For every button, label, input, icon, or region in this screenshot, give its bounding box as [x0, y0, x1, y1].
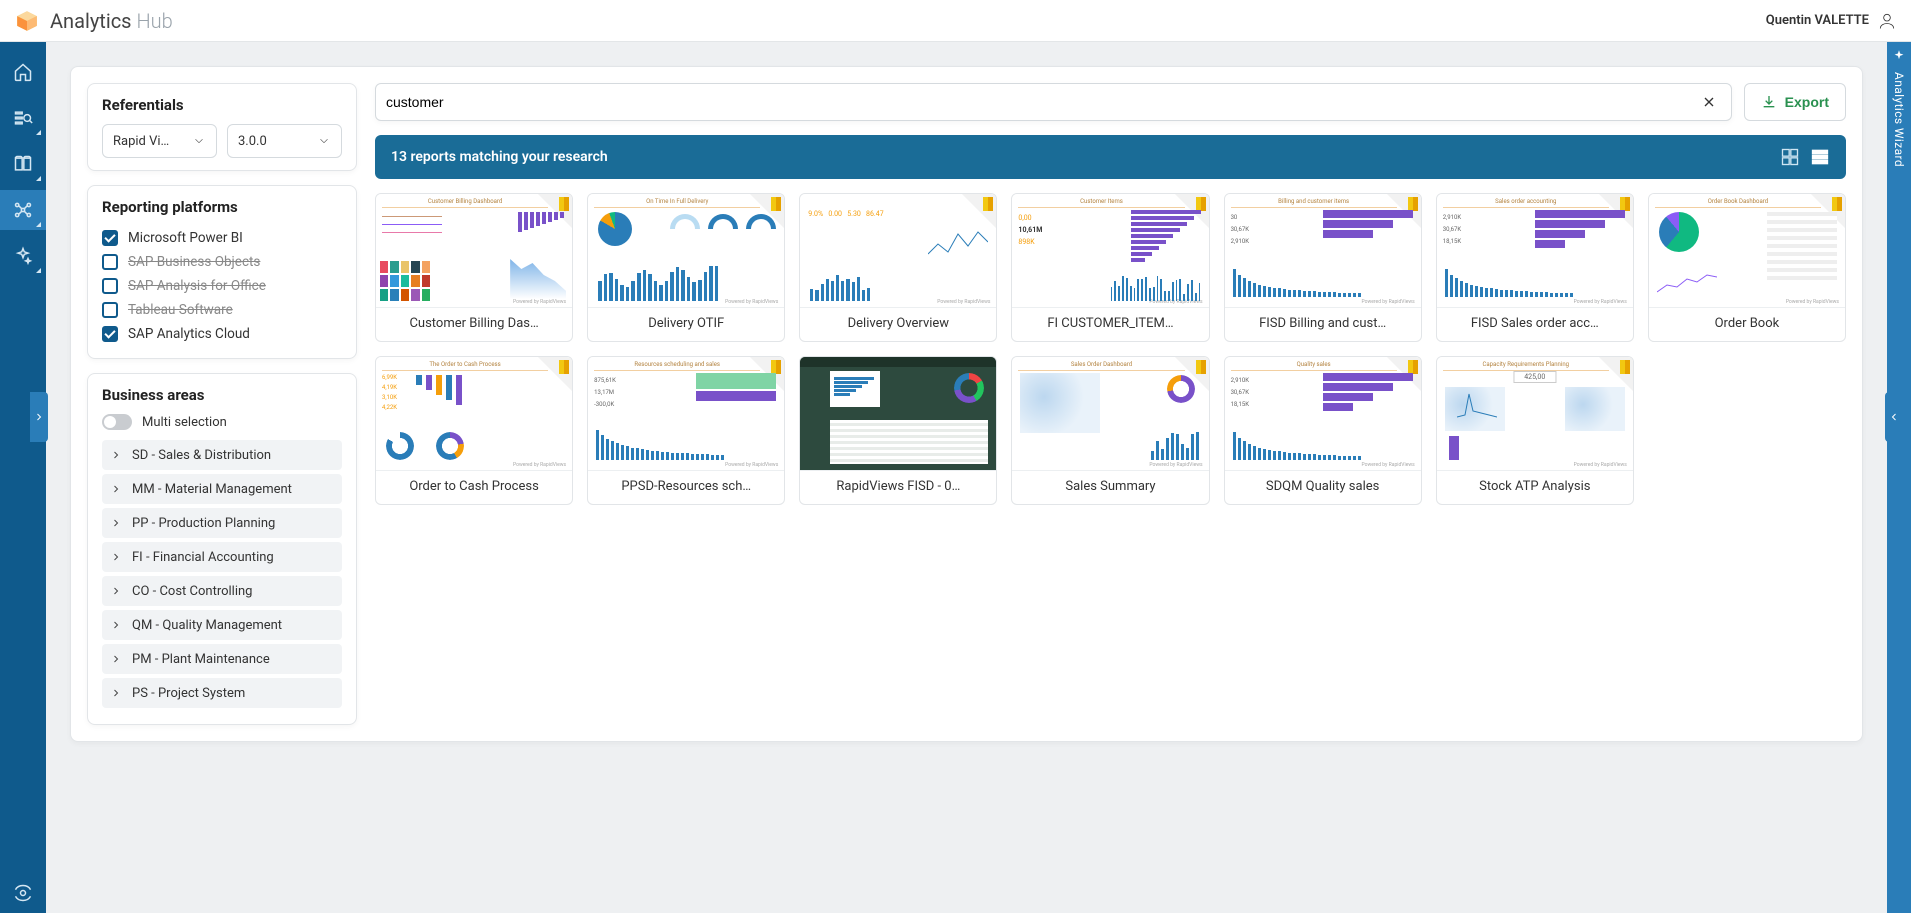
- user-menu[interactable]: Quentin VALETTE: [1766, 11, 1897, 31]
- chevron-right-icon: [110, 687, 122, 699]
- report-title: Customer Billing Das…: [376, 308, 572, 341]
- export-button[interactable]: Export: [1744, 83, 1846, 121]
- referential-version-select[interactable]: 3.0.0: [227, 124, 342, 158]
- app-title: Analytics Hub: [50, 9, 173, 33]
- report-title: FI CUSTOMER_ITEM…: [1012, 308, 1208, 341]
- business-area-item[interactable]: SD - Sales & Distribution: [102, 440, 342, 470]
- checkbox-icon: [102, 230, 118, 246]
- left-nav-rail: [0, 42, 46, 913]
- report-tile[interactable]: Quality salesPowered by RapidViews2,910K…: [1224, 356, 1422, 505]
- platforms-title: Reporting platforms: [102, 198, 342, 216]
- referentials-title: Referentials: [102, 96, 342, 114]
- checkbox-icon: [102, 278, 118, 294]
- right-panel-expand-handle[interactable]: [1885, 392, 1903, 442]
- filter-sidebar: Referentials Rapid Vi… 3.0.0 Reporting: [87, 83, 357, 725]
- report-grid: Customer Billing DashboardPowered by Rap…: [375, 193, 1846, 505]
- report-tile[interactable]: Resources scheduling and salesPowered by…: [587, 356, 785, 505]
- report-tile[interactable]: Powered by RapidViews9.0% 0.00 5.30 86.4…: [799, 193, 997, 342]
- report-tile[interactable]: Customer Billing DashboardPowered by Rap…: [375, 193, 573, 342]
- platforms-section: Reporting platforms Microsoft Power BISA…: [87, 185, 357, 359]
- clear-search-button[interactable]: [1697, 90, 1721, 114]
- results-count-text: 13 reports matching your research: [391, 149, 608, 165]
- checkbox-icon: [102, 326, 118, 342]
- nav-explore[interactable]: [0, 98, 46, 138]
- report-title: Sales Summary: [1012, 471, 1208, 504]
- report-title: Delivery OTIF: [588, 308, 784, 341]
- main-results-area: Export 13 reports matching your research…: [375, 83, 1846, 725]
- user-name: Quentin VALETTE: [1766, 13, 1869, 28]
- report-title: Order to Cash Process: [376, 471, 572, 504]
- report-tile[interactable]: Sales Order DashboardPowered by RapidVie…: [1011, 356, 1209, 505]
- chevron-right-icon: [110, 517, 122, 529]
- search-input[interactable]: [386, 94, 1697, 110]
- platform-checkbox-sap-analysis-for-office: SAP Analysis for Office: [102, 274, 342, 298]
- download-icon: [1761, 94, 1777, 110]
- report-title: Stock ATP Analysis: [1437, 471, 1633, 504]
- business-area-item[interactable]: FI - Financial Accounting: [102, 542, 342, 572]
- chevron-right-icon: [110, 619, 122, 631]
- business-area-item[interactable]: PS - Project System: [102, 678, 342, 708]
- business-areas-title: Business areas: [102, 386, 342, 404]
- nav-model[interactable]: [0, 190, 46, 230]
- report-title: Delivery Overview: [800, 308, 996, 341]
- report-tile[interactable]: Order Book DashboardPowered by RapidView…: [1648, 193, 1846, 342]
- grid-view-button[interactable]: [1780, 147, 1800, 167]
- list-view-button[interactable]: [1810, 147, 1830, 167]
- checkbox-icon: [102, 302, 118, 318]
- chevron-right-icon: [110, 551, 122, 563]
- report-tile[interactable]: Customer ItemsPowered by RapidViews0,001…: [1011, 193, 1209, 342]
- chevron-right-icon: [110, 653, 122, 665]
- chevron-down-icon: [192, 134, 206, 148]
- top-bar: Analytics Hub Quentin VALETTE: [0, 0, 1911, 42]
- chevron-right-icon: [110, 449, 122, 461]
- close-icon: [1701, 94, 1717, 110]
- report-tile[interactable]: Capacity Requirements PlanningPowered by…: [1436, 356, 1634, 505]
- report-tile[interactable]: On Time In Full DeliveryPowered by Rapid…: [587, 193, 785, 342]
- business-area-item[interactable]: CO - Cost Controlling: [102, 576, 342, 606]
- nav-ai[interactable]: [0, 236, 46, 276]
- referentials-section: Referentials Rapid Vi… 3.0.0: [87, 83, 357, 171]
- nav-home[interactable]: [0, 52, 46, 92]
- right-wizard-rail[interactable]: Analytics Wizard: [1887, 42, 1911, 913]
- report-tile[interactable]: RapidViews FISD - 0…: [799, 356, 997, 505]
- report-title: FISD Billing and cust…: [1225, 308, 1421, 341]
- checkbox-icon: [102, 254, 118, 270]
- business-area-item[interactable]: MM - Material Management: [102, 474, 342, 504]
- business-area-item[interactable]: PP - Production Planning: [102, 508, 342, 538]
- results-header-bar: 13 reports matching your research: [375, 135, 1846, 179]
- report-tile[interactable]: Sales order accountingPowered by RapidVi…: [1436, 193, 1634, 342]
- sparkle-icon: [1892, 50, 1906, 64]
- business-areas-section: Business areas Multi selection SD - Sale…: [87, 373, 357, 725]
- report-title: RapidViews FISD - 0…: [800, 471, 996, 504]
- chevron-down-icon: [317, 134, 331, 148]
- nav-help[interactable]: [0, 873, 46, 913]
- platform-checkbox-microsoft-power-bi[interactable]: Microsoft Power BI: [102, 226, 342, 250]
- report-title: FISD Sales order acc…: [1437, 308, 1633, 341]
- multi-selection-toggle[interactable]: Multi selection: [102, 414, 342, 430]
- report-title: SDQM Quality sales: [1225, 471, 1421, 504]
- platform-checkbox-sap-analytics-cloud[interactable]: SAP Analytics Cloud: [102, 322, 342, 346]
- chevron-right-icon: [110, 585, 122, 597]
- app-logo-icon: [14, 8, 40, 34]
- wizard-label: Analytics Wizard: [1892, 72, 1906, 167]
- business-area-item[interactable]: PM - Plant Maintenance: [102, 644, 342, 674]
- report-tile[interactable]: The Order to Cash ProcessPowered by Rapi…: [375, 356, 573, 505]
- referential-product-select[interactable]: Rapid Vi…: [102, 124, 217, 158]
- user-icon: [1877, 11, 1897, 31]
- report-title: PPSD-Resources sch…: [588, 471, 784, 504]
- search-box[interactable]: [375, 83, 1732, 121]
- report-title: Order Book: [1649, 308, 1845, 341]
- chevron-right-icon: [110, 483, 122, 495]
- business-area-item[interactable]: QM - Quality Management: [102, 610, 342, 640]
- platform-checkbox-tableau-software: Tableau Software: [102, 298, 342, 322]
- report-tile[interactable]: Billing and customer itemsPowered by Rap…: [1224, 193, 1422, 342]
- platform-checkbox-sap-business-objects: SAP Business Objects: [102, 250, 342, 274]
- toggle-icon: [102, 414, 132, 430]
- nav-library[interactable]: [0, 144, 46, 184]
